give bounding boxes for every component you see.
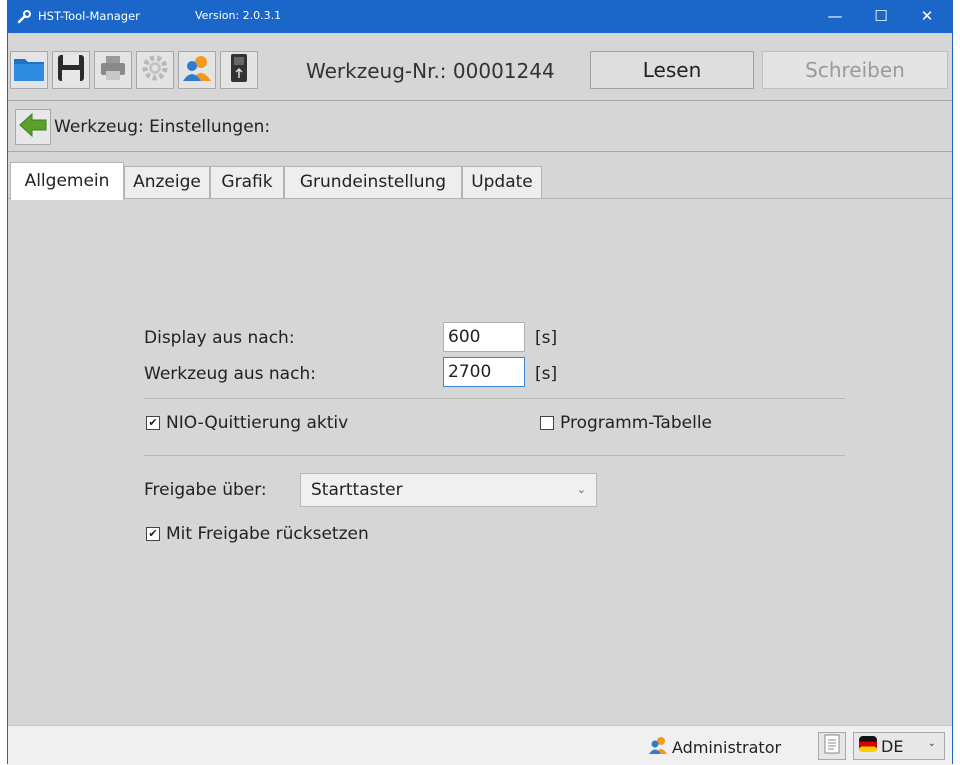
app-window: HST-Tool-Manager Version: 2.0.3.1 — ☐ ✕: [7, 0, 953, 765]
tool-off-unit: [s]: [535, 364, 558, 384]
checkbox-checked-icon: ✔: [146, 527, 160, 541]
program-table-checkbox[interactable]: Programm-Tabelle: [540, 413, 712, 433]
divider: [8, 100, 952, 101]
back-button[interactable]: [15, 109, 51, 145]
status-bar: Administrator DE ⌄: [8, 725, 952, 765]
language-select[interactable]: DE ⌄: [853, 732, 945, 760]
user-icon: [648, 736, 668, 758]
arrow-left-icon: [18, 112, 48, 142]
reset-with-release-checkbox[interactable]: ✔ Mit Freigabe rücksetzen: [146, 524, 369, 544]
nio-ack-label: NIO-Quittierung aktiv: [166, 413, 349, 433]
open-button[interactable]: [10, 51, 48, 89]
status-user[interactable]: Administrator: [648, 736, 781, 758]
users-icon: [181, 53, 213, 87]
language-code: DE: [881, 736, 904, 756]
german-flag-icon: [858, 734, 878, 758]
tab-grafik[interactable]: Grafik: [210, 166, 284, 199]
tool-off-label: Werkzeug aus nach:: [144, 364, 316, 384]
minimize-button[interactable]: —: [812, 0, 858, 33]
read-button[interactable]: Lesen: [590, 51, 754, 89]
app-version: Version: 2.0.3.1: [195, 9, 282, 22]
save-button[interactable]: [52, 51, 90, 89]
print-icon: [98, 53, 128, 87]
open-folder-icon: [13, 54, 45, 86]
save-icon: [56, 53, 86, 87]
title-bar[interactable]: HST-Tool-Manager Version: 2.0.3.1 — ☐ ✕: [8, 0, 952, 33]
release-select-value: Starttaster: [311, 480, 403, 500]
display-off-label: Display aus nach:: [144, 328, 295, 348]
maximize-button[interactable]: ☐: [858, 0, 904, 33]
usb-device-button[interactable]: [220, 51, 258, 89]
checkbox-unchecked-icon: [540, 416, 554, 430]
document-icon: [824, 734, 840, 758]
print-button[interactable]: [94, 51, 132, 89]
divider: [8, 151, 952, 152]
checkbox-checked-icon: ✔: [146, 416, 160, 430]
tab-allgemein[interactable]: Allgemein: [10, 162, 124, 200]
settings-button[interactable]: [136, 51, 174, 89]
usb-device-icon: [227, 52, 251, 88]
display-off-input[interactable]: 600: [443, 322, 525, 352]
nio-ack-checkbox[interactable]: ✔ NIO-Quittierung aktiv: [146, 413, 348, 433]
program-table-label: Programm-Tabelle: [560, 413, 713, 433]
page-title: Werkzeug: Einstellungen:: [54, 117, 271, 137]
chevron-down-icon: ⌄: [576, 483, 586, 496]
tool-off-input[interactable]: 2700: [443, 357, 525, 387]
close-button[interactable]: ✕: [904, 0, 950, 33]
tab-grundeinstellung[interactable]: Grundeinstellung: [284, 166, 462, 199]
user-name: Administrator: [672, 737, 782, 757]
tab-update[interactable]: Update: [462, 166, 542, 199]
write-button[interactable]: Schreiben: [762, 51, 948, 89]
release-select[interactable]: Starttaster ⌄: [300, 473, 597, 507]
app-title: HST-Tool-Manager: [38, 9, 140, 23]
reset-with-release-label: Mit Freigabe rücksetzen: [166, 524, 369, 544]
toolbar: Werkzeug-Nr.: 00001244 Lesen Schreiben: [8, 47, 952, 93]
users-button[interactable]: [178, 51, 216, 89]
tool-number: Werkzeug-Nr.: 00001244: [306, 59, 555, 83]
tab-panel-border: [8, 198, 952, 199]
chevron-down-icon: ⌄: [927, 738, 936, 749]
divider: [144, 455, 845, 456]
wrench-icon: [17, 9, 31, 28]
tab-anzeige[interactable]: Anzeige: [124, 166, 210, 199]
log-button[interactable]: [818, 732, 846, 760]
display-off-unit: [s]: [535, 328, 558, 348]
settings-icon: [140, 53, 170, 87]
release-label: Freigabe über:: [144, 480, 267, 500]
divider: [144, 398, 845, 399]
